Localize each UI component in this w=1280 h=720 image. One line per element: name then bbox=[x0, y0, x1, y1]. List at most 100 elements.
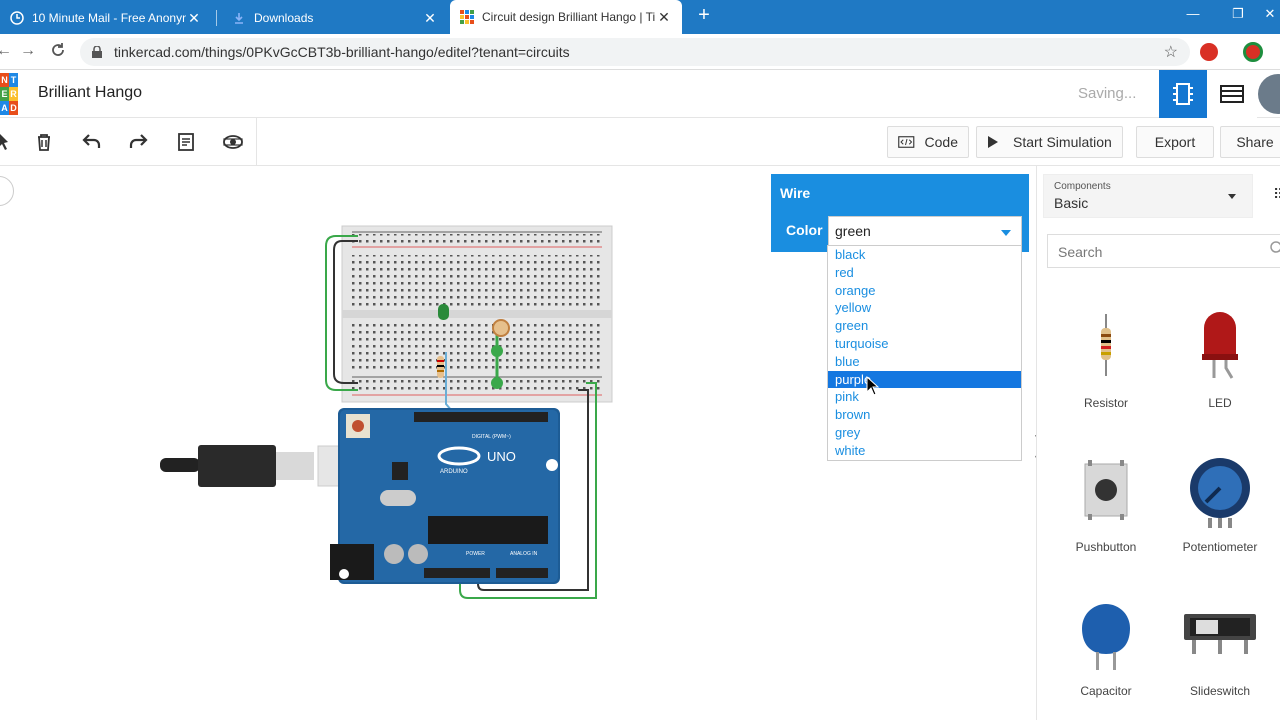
pointer-icon[interactable] bbox=[0, 130, 16, 154]
undo-icon[interactable] bbox=[80, 130, 104, 154]
share-button[interactable]: Share bbox=[1220, 126, 1280, 158]
components-label: Components bbox=[1054, 181, 1111, 192]
url-input[interactable]: tinkercad.com/things/0PKvGcCBT3b-brillia… bbox=[80, 38, 1190, 66]
color-option-grey[interactable]: grey bbox=[828, 424, 1021, 442]
tinkercad-favicon-icon bbox=[460, 10, 474, 24]
visibility-icon[interactable] bbox=[221, 130, 245, 154]
clock-icon bbox=[10, 11, 24, 25]
browser-tab-downloads[interactable]: Downloads ✕ bbox=[222, 2, 448, 34]
notes-icon[interactable] bbox=[174, 130, 198, 154]
power-header-label: POWER bbox=[466, 551, 485, 557]
schematic-view-button[interactable] bbox=[1159, 70, 1207, 118]
address-bar-row: ← → tinkercad.com/things/0PKvGcCBT3b-bri… bbox=[0, 34, 1280, 70]
chevron-down-icon bbox=[1228, 194, 1236, 199]
tab-title: Downloads bbox=[254, 11, 314, 25]
code-label: Code bbox=[924, 134, 958, 150]
component-label: Potentiometer bbox=[1182, 540, 1258, 554]
logo-letter: R bbox=[9, 87, 18, 101]
components-category-select[interactable]: Components Basic bbox=[1043, 174, 1253, 218]
editor-toolbar: Code Start Simulation Export Share bbox=[0, 118, 1280, 166]
start-simulation-label: Start Simulation bbox=[1013, 134, 1112, 150]
color-option-red[interactable]: red bbox=[828, 264, 1021, 282]
profile-extension-icon[interactable] bbox=[1243, 42, 1263, 62]
color-option-turquoise[interactable]: turquoise bbox=[828, 335, 1021, 353]
wire-color-options: black red orange yellow green turquoise … bbox=[827, 245, 1022, 461]
color-option-blue[interactable]: blue bbox=[828, 353, 1021, 371]
breadboard[interactable] bbox=[341, 225, 613, 403]
logo-letter: T bbox=[9, 73, 18, 87]
tinkercad-logo[interactable]: N T E R A D bbox=[0, 73, 18, 115]
minimize-button[interactable]: — bbox=[1183, 6, 1203, 21]
color-option-yellow[interactable]: yellow bbox=[828, 299, 1021, 317]
project-title[interactable]: Brilliant Hango bbox=[38, 84, 142, 102]
color-option-orange[interactable]: orange bbox=[828, 282, 1021, 300]
wire-panel-title: Wire bbox=[780, 185, 811, 201]
save-status: Saving... bbox=[1078, 85, 1137, 102]
new-tab-button[interactable]: + bbox=[694, 4, 714, 27]
component-label: LED bbox=[1208, 396, 1232, 410]
browser-tab-10-minute-mail[interactable]: 10 Minute Mail - Free Anonymou ✕ bbox=[0, 2, 212, 34]
led-icon bbox=[1202, 312, 1238, 379]
analog-header-label: ANALOG IN bbox=[510, 551, 538, 557]
start-simulation-button[interactable]: Start Simulation bbox=[976, 126, 1123, 158]
color-option-purple[interactable]: purple bbox=[828, 370, 1021, 389]
mouse-cursor-icon bbox=[866, 376, 880, 396]
browser-tab-circuit-design[interactable]: Circuit design Brilliant Hango | Ti ✕ bbox=[450, 0, 682, 34]
wire-color-value: green bbox=[835, 223, 871, 239]
pushbutton-icon bbox=[1084, 460, 1128, 520]
bookmark-star-icon[interactable]: ☆ bbox=[1164, 42, 1178, 62]
components-sidebar: Components Basic ⠿ Search Resistor LED P… bbox=[1036, 166, 1280, 720]
wire-color-select[interactable]: green bbox=[828, 216, 1022, 246]
app-header: N T E R A D Brilliant Hango Saving... bbox=[0, 70, 1280, 118]
component-label: Resistor bbox=[1083, 396, 1128, 410]
delete-icon[interactable] bbox=[32, 130, 56, 154]
color-option-white[interactable]: white bbox=[828, 442, 1021, 460]
board-brand: ARDUINO bbox=[440, 469, 468, 475]
tab-close-icon[interactable]: ✕ bbox=[186, 10, 202, 27]
photoresistor-component[interactable] bbox=[492, 319, 510, 337]
capacitor-icon bbox=[1082, 604, 1130, 670]
component-label: Capacitor bbox=[1080, 684, 1132, 698]
extension-icon[interactable] bbox=[1200, 43, 1218, 61]
search-icon bbox=[1270, 241, 1280, 253]
resistor-component[interactable] bbox=[437, 356, 444, 378]
led-component[interactable] bbox=[438, 304, 449, 320]
digital-header-label: DIGITAL (PWM~) bbox=[472, 434, 511, 440]
color-option-brown[interactable]: brown bbox=[828, 406, 1021, 424]
lock-icon bbox=[92, 46, 102, 58]
share-label: Share bbox=[1236, 134, 1274, 150]
color-option-green[interactable]: green bbox=[828, 317, 1021, 335]
tab-close-icon[interactable]: ✕ bbox=[422, 10, 438, 27]
color-option-black[interactable]: black bbox=[828, 246, 1021, 264]
avatar[interactable] bbox=[1258, 74, 1280, 114]
reload-icon bbox=[52, 43, 64, 56]
component-list-button[interactable] bbox=[1207, 70, 1257, 118]
arduino-uno-board[interactable] bbox=[330, 408, 560, 584]
redo-icon[interactable] bbox=[126, 130, 150, 154]
wire-endpoint[interactable] bbox=[491, 345, 503, 357]
color-option-pink[interactable]: pink bbox=[828, 388, 1021, 406]
wire-color-row: Color green bbox=[776, 213, 1026, 249]
url-text: tinkercad.com/things/0PKvGcCBT3b-brillia… bbox=[114, 44, 570, 60]
maximize-button[interactable]: ❐ bbox=[1228, 6, 1248, 22]
wire-endpoint[interactable] bbox=[491, 377, 503, 389]
forward-button[interactable]: → bbox=[18, 42, 38, 60]
color-label: Color bbox=[786, 222, 823, 238]
code-icon bbox=[898, 136, 915, 148]
tab-close-icon[interactable]: ✕ bbox=[656, 9, 672, 26]
resistor-icon bbox=[1101, 314, 1111, 376]
slideswitch-icon bbox=[1184, 614, 1256, 654]
component-search-input[interactable]: Search bbox=[1047, 234, 1280, 268]
code-button[interactable]: Code bbox=[887, 126, 969, 158]
grid-view-icon[interactable]: ⠿ bbox=[1273, 186, 1280, 203]
reload-button[interactable] bbox=[48, 42, 68, 63]
board-name: UNO bbox=[487, 449, 516, 464]
browser-tab-bar: 10 Minute Mail - Free Anonymou ✕ Downloa… bbox=[0, 0, 1280, 34]
circuit-view-icon bbox=[1173, 83, 1193, 105]
close-window-button[interactable]: ✕ bbox=[1260, 6, 1280, 22]
chevron-down-icon bbox=[1001, 230, 1011, 236]
back-button[interactable]: ← bbox=[0, 42, 14, 60]
export-button[interactable]: Export bbox=[1136, 126, 1214, 158]
search-placeholder: Search bbox=[1058, 244, 1103, 260]
component-label: Slideswitch bbox=[1189, 684, 1251, 698]
